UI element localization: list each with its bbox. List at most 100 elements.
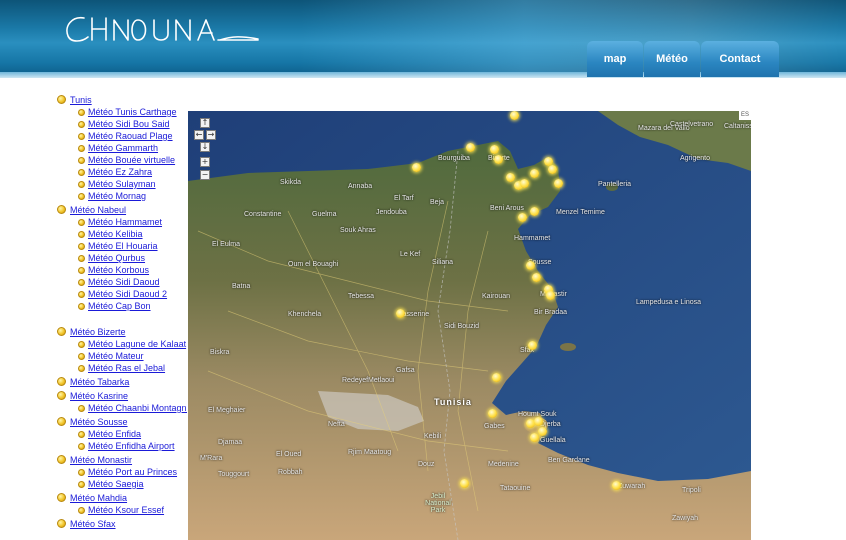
sidebar-group-link[interactable]: Tunis	[70, 95, 92, 105]
sidebar-item[interactable]: Météo Kelibia	[57, 228, 187, 240]
sidebar-item[interactable]: Météo Sidi Daoud	[57, 276, 187, 288]
weather-station-pin[interactable]	[466, 143, 475, 152]
sidebar-item-link[interactable]: Météo Saegia	[88, 479, 144, 489]
weather-station-pin[interactable]	[548, 165, 557, 174]
sidebar-item-link[interactable]: Météo Korbous	[88, 265, 149, 275]
sidebar-item[interactable]: Météo Cap Bon	[57, 300, 187, 312]
sidebar-item-link[interactable]: Météo Qurbus	[88, 253, 145, 263]
sidebar-group[interactable]: Météo Mahdia	[57, 491, 187, 504]
sidebar-group[interactable]: Météo Sousse	[57, 415, 187, 428]
map-view[interactable]: ↑ ← → ↓ + − Tunisia Jebil National Park …	[188, 111, 751, 540]
pan-left-button[interactable]: ←	[194, 130, 204, 140]
weather-station-pin[interactable]	[530, 433, 539, 442]
sidebar-item-link[interactable]: Météo Ez Zahra	[88, 167, 152, 177]
sidebar-group-link[interactable]: Météo Nabeul	[70, 205, 126, 215]
weather-station-pin[interactable]	[538, 427, 547, 436]
weather-station-pin[interactable]	[534, 417, 543, 426]
sidebar-item[interactable]: Météo Sulayman	[57, 178, 187, 190]
nav-tab-meteo[interactable]: Météo	[644, 41, 700, 77]
sidebar-group[interactable]: Météo Bizerte	[57, 325, 187, 338]
sidebar-item-link[interactable]: Météo Port au Princes	[88, 467, 177, 477]
nav-tab-map[interactable]: map	[587, 41, 643, 77]
sidebar-item-link[interactable]: Météo El Houaria	[88, 241, 158, 251]
sidebar-item[interactable]: Météo Mornag	[57, 190, 187, 202]
sidebar-group-link[interactable]: Météo Sfax	[70, 519, 116, 529]
sidebar-group[interactable]: Tunis	[57, 93, 187, 106]
sidebar-item[interactable]: Météo Ras el Jebal	[57, 362, 187, 374]
sidebar-item[interactable]: Météo Sidi Daoud 2	[57, 288, 187, 300]
weather-station-pin[interactable]	[490, 145, 499, 154]
weather-station-pin[interactable]	[546, 291, 555, 300]
sidebar-item[interactable]: Météo Enfidha Airport	[57, 440, 187, 452]
sidebar-item-link[interactable]: Météo Tunis Carthage	[88, 107, 177, 117]
sidebar-item[interactable]: Météo Sidi Bou Said	[57, 118, 187, 130]
weather-station-pin[interactable]	[530, 169, 539, 178]
sidebar-item-link[interactable]: Météo Gammarth	[88, 143, 158, 153]
sidebar-item-link[interactable]: Météo Mateur	[88, 351, 144, 361]
sidebar-group-link[interactable]: Météo Kasrine	[70, 391, 128, 401]
weather-station-pin[interactable]	[530, 207, 539, 216]
zoom-in-button[interactable]: +	[200, 157, 210, 167]
sidebar-group-link[interactable]: Météo Bizerte	[70, 327, 126, 337]
sidebar-item-link[interactable]: Météo Chaanbi Montagne	[88, 403, 187, 413]
weather-station-pin[interactable]	[612, 481, 621, 490]
weather-station-pin[interactable]	[396, 309, 405, 318]
sidebar-group[interactable]: Météo Kasrine	[57, 389, 187, 402]
weather-station-pin[interactable]	[488, 409, 497, 418]
sidebar-item[interactable]: Météo Ez Zahra	[57, 166, 187, 178]
sidebar-item[interactable]: Météo Saegia	[57, 478, 187, 490]
weather-station-pin[interactable]	[510, 111, 519, 120]
sidebar-item[interactable]: Météo Bouée virtuelle	[57, 154, 187, 166]
weather-station-pin[interactable]	[520, 179, 529, 188]
sidebar-item[interactable]: Météo Gammarth	[57, 142, 187, 154]
site-logo[interactable]	[62, 12, 262, 46]
pan-up-button[interactable]: ↑	[200, 118, 210, 128]
sidebar-item-link[interactable]: Météo Hammamet	[88, 217, 162, 227]
pan-down-button[interactable]: ↓	[200, 142, 210, 152]
sidebar-item-link[interactable]: Météo Cap Bon	[88, 301, 151, 311]
sidebar-group-link[interactable]: Météo Tabarka	[70, 377, 129, 387]
sidebar-item-link[interactable]: Météo Ksour Essef	[88, 505, 164, 515]
sidebar-item-link[interactable]: Météo Raouad Plage	[88, 131, 173, 141]
weather-station-pin[interactable]	[532, 273, 541, 282]
sidebar-group[interactable]: Météo Sfax	[57, 517, 187, 530]
sidebar-item[interactable]: Météo Ksour Essef	[57, 504, 187, 516]
sidebar-item-link[interactable]: Météo Ras el Jebal	[88, 363, 165, 373]
weather-station-pin[interactable]	[528, 341, 537, 350]
weather-station-pin[interactable]	[494, 155, 503, 164]
weather-station-pin[interactable]	[518, 213, 527, 222]
sidebar-group[interactable]: Météo Monastir	[57, 453, 187, 466]
sidebar-group[interactable]: Météo Tabarka	[57, 375, 187, 388]
sidebar-item-link[interactable]: Météo Kelibia	[88, 229, 143, 239]
sidebar-item[interactable]: Météo Chaanbi Montagne	[57, 402, 187, 414]
sidebar-item-link[interactable]: Météo Mornag	[88, 191, 146, 201]
sidebar-item[interactable]: Météo Qurbus	[57, 252, 187, 264]
weather-station-pin[interactable]	[506, 173, 515, 182]
zoom-out-button[interactable]: −	[200, 170, 210, 180]
sidebar-group-link[interactable]: Météo Monastir	[70, 455, 132, 465]
sidebar-item[interactable]: Météo Korbous	[57, 264, 187, 276]
sidebar-item[interactable]: Météo Enfida	[57, 428, 187, 440]
sidebar-item-link[interactable]: Météo Sidi Daoud 2	[88, 289, 167, 299]
nav-tab-contact[interactable]: Contact	[701, 41, 779, 77]
sidebar-item-link[interactable]: Météo Lagune de Kalaat	[88, 339, 186, 349]
weather-station-pin[interactable]	[412, 163, 421, 172]
sidebar-item[interactable]: Météo Raouad Plage	[57, 130, 187, 142]
sidebar-group-link[interactable]: Météo Sousse	[70, 417, 128, 427]
sidebar-group[interactable]: Météo Nabeul	[57, 203, 187, 216]
sidebar-item-link[interactable]: Météo Sidi Daoud	[88, 277, 160, 287]
weather-station-pin[interactable]	[554, 179, 563, 188]
sidebar-group-link[interactable]: Météo Mahdia	[70, 493, 127, 503]
pan-right-button[interactable]: →	[206, 130, 216, 140]
sidebar-item[interactable]: Météo Tunis Carthage	[57, 106, 187, 118]
weather-station-pin[interactable]	[460, 479, 469, 488]
sidebar-item-link[interactable]: Météo Bouée virtuelle	[88, 155, 175, 165]
sidebar-item-link[interactable]: Météo Enfida	[88, 429, 141, 439]
sidebar-item-link[interactable]: Météo Sulayman	[88, 179, 156, 189]
weather-station-pin[interactable]	[526, 261, 535, 270]
sidebar-item[interactable]: Météo Port au Princes	[57, 466, 187, 478]
sidebar-item[interactable]: Météo Mateur	[57, 350, 187, 362]
weather-station-pin[interactable]	[492, 373, 501, 382]
sidebar-item[interactable]: Météo Lagune de Kalaat	[57, 338, 187, 350]
sidebar-item[interactable]: Météo Hammamet	[57, 216, 187, 228]
